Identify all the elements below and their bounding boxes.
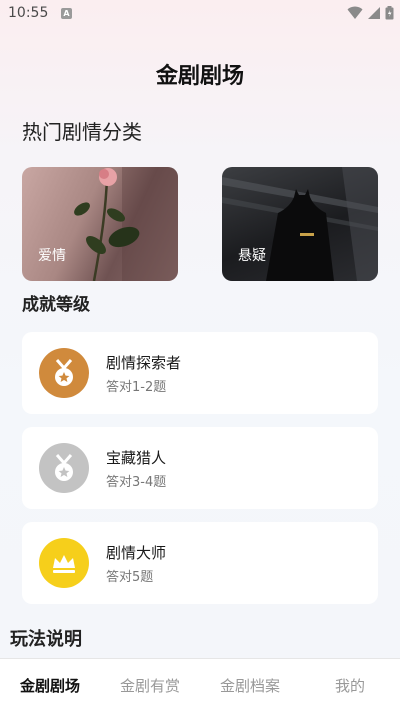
achievement-name: 宝藏猎人 — [106, 449, 167, 467]
achievement-section-title: 成就等级 — [22, 295, 90, 315]
achievement-name: 剧情大师 — [106, 544, 167, 562]
category-label-romance: 爱情 — [38, 248, 66, 264]
achievement-desc: 答对1-2题 — [106, 380, 167, 395]
wifi-icon — [347, 6, 363, 19]
achievement-card-hunter[interactable]: 宝藏猎人 答对3-4题 — [22, 427, 378, 509]
status-icons — [347, 6, 394, 20]
achievement-name: 剧情探索者 — [106, 354, 182, 372]
tab-mine[interactable]: 我的 — [300, 675, 400, 696]
battery-icon — [385, 6, 394, 20]
status-time: 10:55 — [8, 5, 49, 21]
notification-icon: A — [61, 8, 72, 19]
tab-archive[interactable]: 金剧档案 — [200, 675, 300, 696]
page-title: 金剧剧场 — [155, 64, 244, 89]
achievement-card-master[interactable]: 剧情大师 答对5题 — [22, 522, 378, 604]
crown-icon — [39, 538, 89, 588]
tab-theater[interactable]: 金剧剧场 — [0, 675, 100, 696]
bronze-medal-icon — [39, 348, 89, 398]
category-card-mystery[interactable]: 悬疑 — [222, 167, 378, 281]
bottom-tab-bar: 金剧剧场 金剧有赏 金剧档案 我的 — [0, 658, 400, 713]
silver-medal-icon — [39, 443, 89, 493]
category-section-title: 热门剧情分类 — [22, 120, 142, 144]
achievement-card-explorer[interactable]: 剧情探索者 答对1-2题 — [22, 332, 378, 414]
tab-rewards[interactable]: 金剧有赏 — [100, 675, 200, 696]
play-section-title: 玩法说明 — [10, 629, 82, 650]
category-card-romance[interactable]: 爱情 — [22, 167, 178, 281]
status-bar: 10:55 A — [0, 0, 400, 28]
category-label-mystery: 悬疑 — [238, 248, 266, 264]
signal-icon — [368, 7, 380, 19]
achievement-desc: 答对5题 — [106, 570, 154, 585]
achievement-desc: 答对3-4题 — [106, 475, 167, 490]
